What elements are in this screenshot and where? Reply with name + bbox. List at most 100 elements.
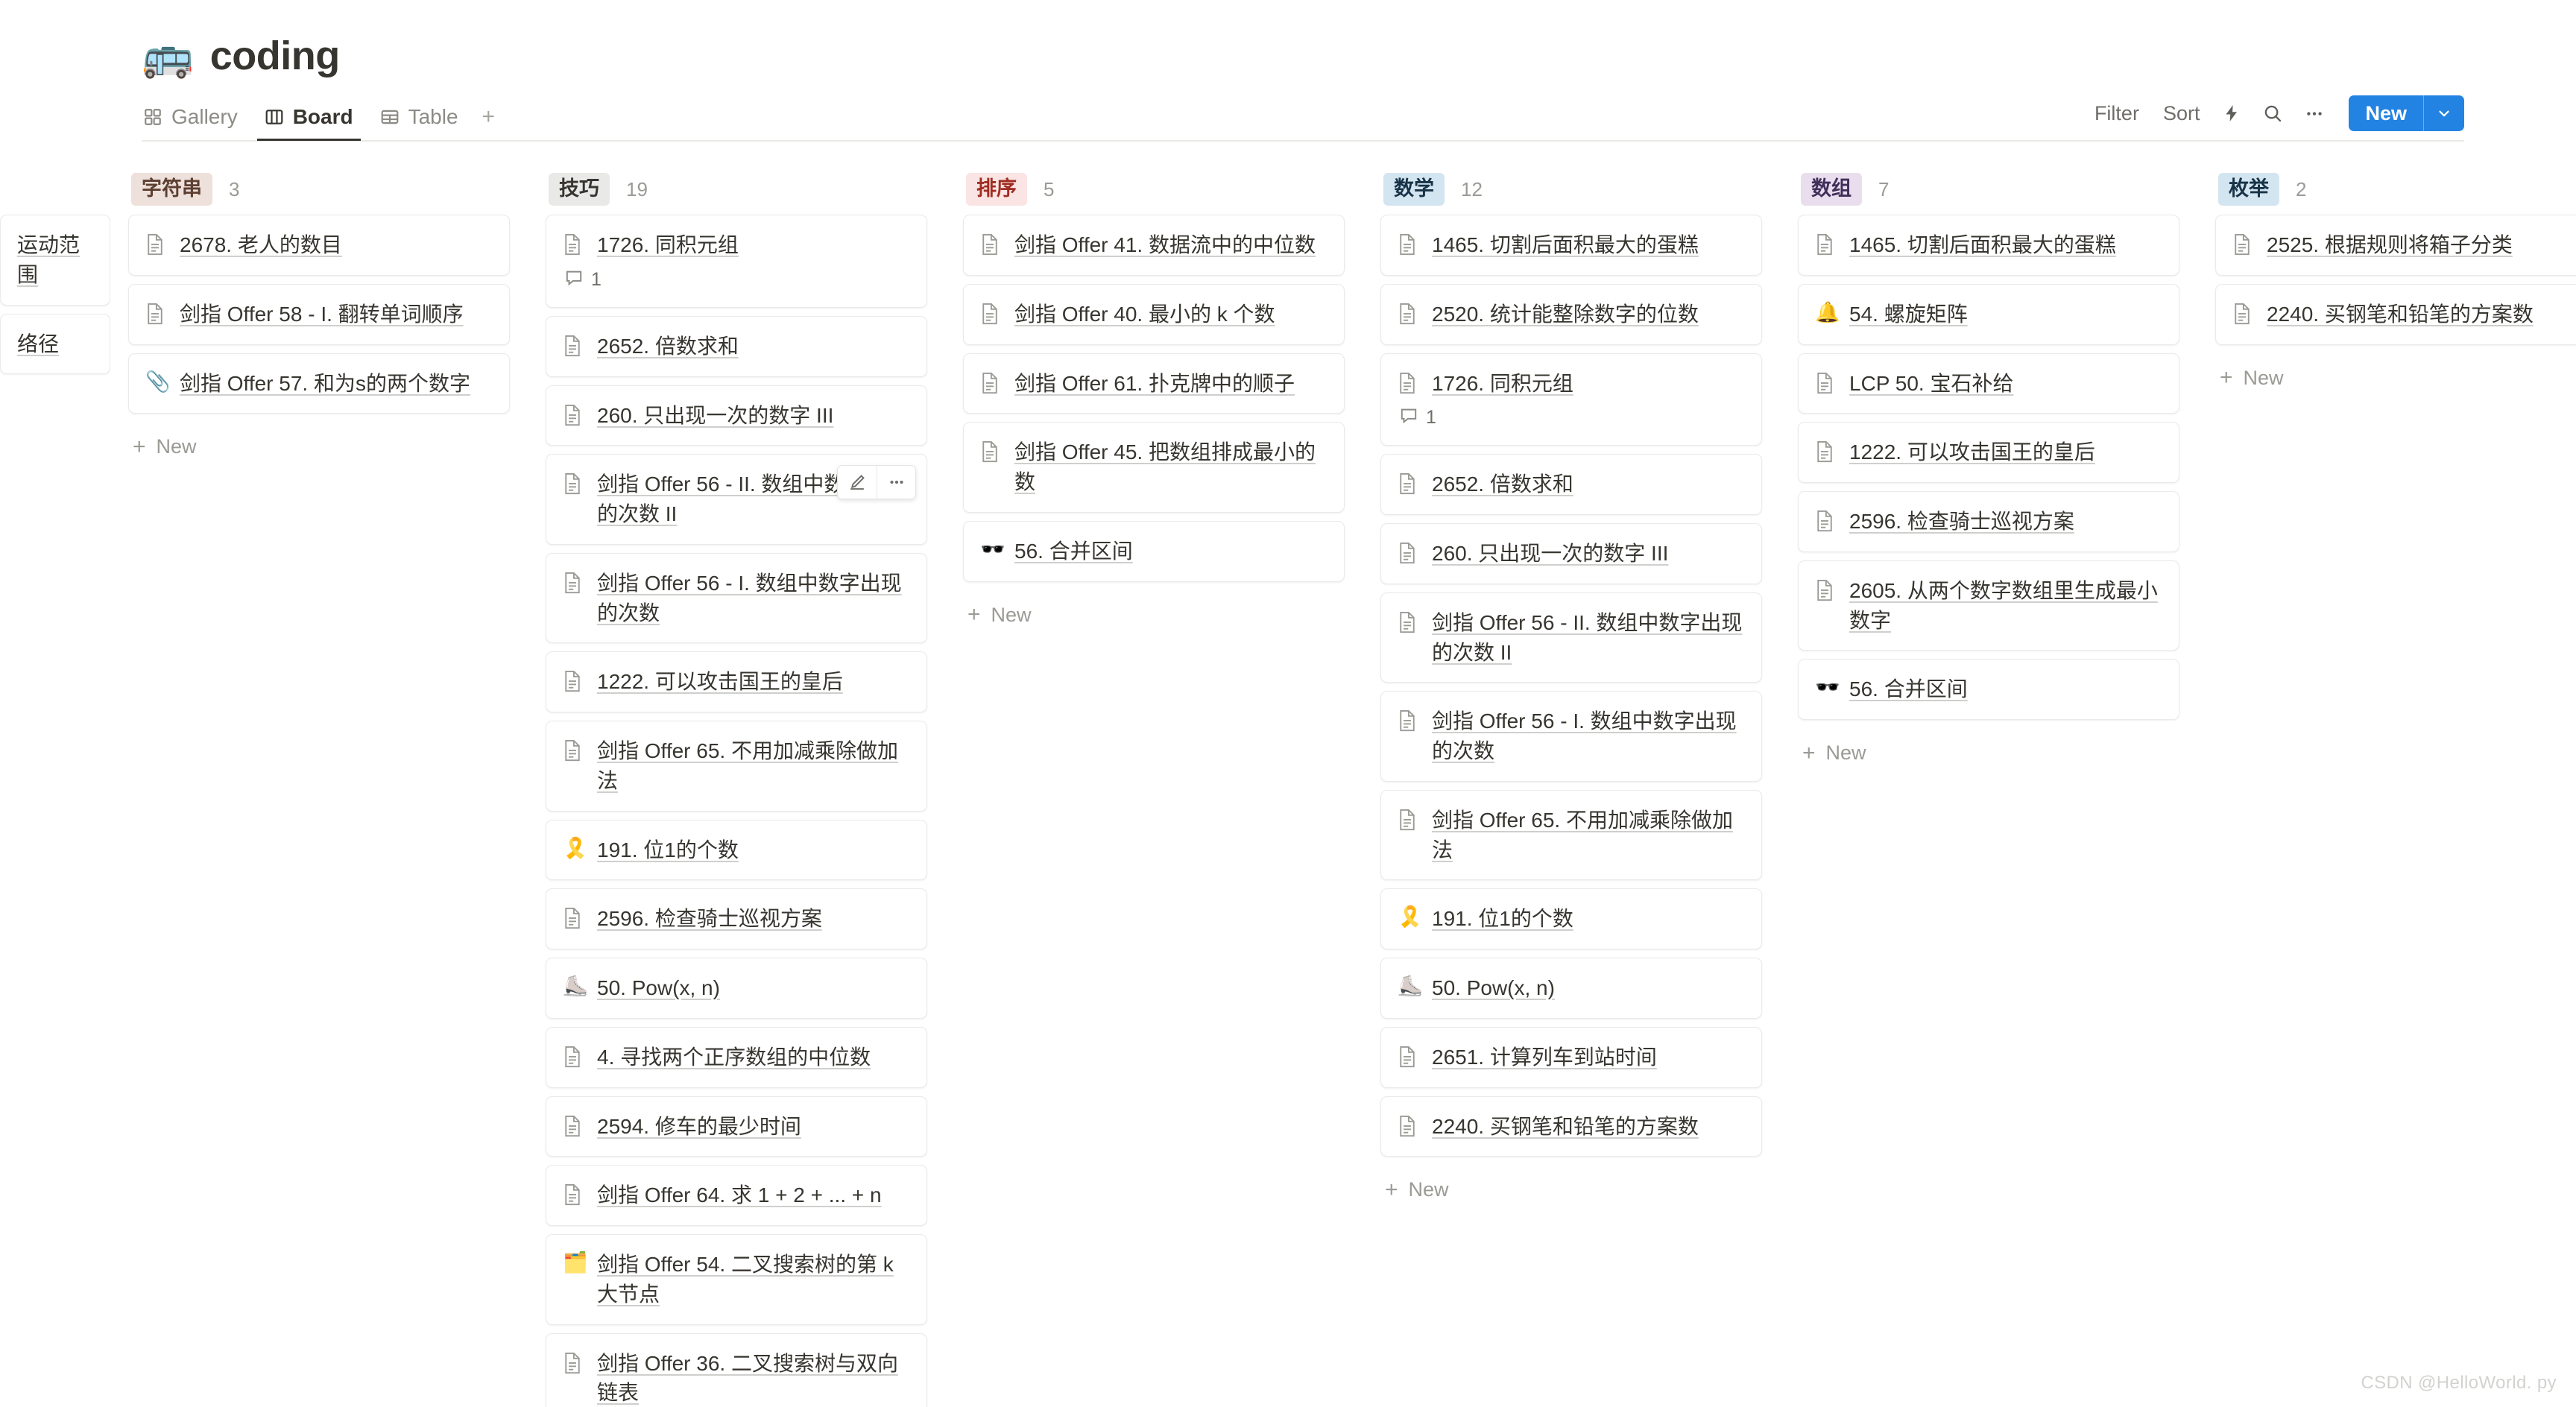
board-card[interactable]: 剑指 Offer 58 - I. 翻转单词顺序 — [128, 283, 510, 345]
column-header[interactable]: 数学 12 — [1380, 161, 1762, 215]
board-card[interactable]: ⛸️ 50. Pow(x, n) — [1380, 958, 1762, 1019]
tab-board[interactable]: Board — [251, 105, 367, 141]
board-card[interactable]: 1222. 可以攻击国王的皇后 — [546, 651, 927, 712]
new-button[interactable]: New — [2349, 95, 2423, 131]
board-card[interactable]: 剑指 Offer 36. 二叉搜索树与双向链表 — [546, 1332, 927, 1407]
board-card[interactable]: 剑指 Offer 61. 扑克牌中的顺子 — [963, 352, 1345, 414]
board-card[interactable]: 2652. 倍数求和 — [1380, 454, 1762, 515]
board-card[interactable]: 剑指 Offer 40. 最小的 k 个数 — [963, 283, 1345, 345]
column-new-button[interactable]: + New — [963, 590, 1345, 640]
board-card[interactable]: 剑指 Offer 65. 不用加减乘除做加法 — [1380, 789, 1762, 881]
column-header[interactable]: 字符串 3 — [128, 161, 510, 215]
board-card[interactable]: 剑指 Offer 64. 求 1 + 2 + ... + n — [546, 1165, 927, 1226]
board-card[interactable]: 2678. 老人的数目 — [128, 215, 510, 276]
board-card[interactable]: 1465. 切割后面积最大的蛋糕 — [1798, 215, 2179, 276]
board-card[interactable]: 剑指 Offer 56 - I. 数组中数字出现的次数 — [1380, 691, 1762, 782]
document-icon — [563, 904, 585, 929]
board-card[interactable]: 🕶️ 56. 合并区间 — [963, 520, 1345, 582]
column-math: 数学 12 1465. 切割后面积最大的蛋糕 2520. 统计能整除数字的位数 1726… — [1363, 161, 1780, 1215]
board-card[interactable]: 2605. 从两个数字数组里生成最小数字 — [1798, 560, 2179, 651]
board-card[interactable]: 运动范围 — [0, 215, 110, 306]
board-card[interactable]: 1726. 同积元组 1 — [546, 215, 927, 308]
board-card[interactable]: 4. 寻找两个正序数组的中位数 — [546, 1026, 927, 1088]
board-card[interactable]: 1465. 切割后面积最大的蛋糕 — [1380, 215, 1762, 276]
board-card[interactable]: 🎗️ 191. 位1的个数 — [546, 819, 927, 881]
chevron-down-icon[interactable] — [2423, 95, 2464, 131]
board-card[interactable]: 260. 只出现一次的数字 III — [1380, 523, 1762, 584]
column-new-button[interactable]: + New — [128, 422, 510, 472]
board-card[interactable]: 🎗️ 191. 位1的个数 — [1380, 888, 1762, 949]
card-comment-count: 1 — [1398, 405, 1745, 430]
card-main: 1726. 同积元组 — [1398, 369, 1745, 399]
board-canvas[interactable]: 运动范围络径 字符串 3 2678. 老人的数目 剑指 Offer 58 - I. 翻转… — [0, 161, 2576, 1407]
board-card[interactable]: 🗂️ 剑指 Offer 54. 二叉搜索树的第 k 大节点 — [546, 1234, 927, 1325]
card-main: 2652. 倍数求和 — [563, 332, 910, 361]
document-icon — [1398, 369, 1420, 394]
board-card[interactable]: LCP 50. 宝石补给 — [1798, 352, 2179, 414]
card-title: 1726. 同积元组 — [597, 233, 739, 256]
card-main: 剑指 Offer 61. 扑克牌中的顺子 — [980, 369, 1328, 399]
search-icon[interactable] — [2252, 97, 2294, 130]
column-badge: 字符串 — [131, 173, 212, 206]
document-icon — [1398, 469, 1420, 495]
column-new-button[interactable]: + New — [1380, 1165, 1762, 1215]
add-view-button[interactable]: + — [472, 104, 506, 140]
card-main: 2525. 根据规则将箱子分类 — [2232, 230, 2576, 260]
card-title: 剑指 Offer 57. 和为s的两个数字 — [180, 371, 470, 395]
board-card[interactable]: 2594. 修车的最少时间 — [546, 1095, 927, 1157]
board-card[interactable]: 2240. 买钢笔和铅笔的方案数 — [2215, 283, 2576, 345]
column-header[interactable]: 技巧 19 — [546, 161, 927, 215]
card-main: 2596. 检查骑士巡视方案 — [1815, 507, 2162, 537]
ellipsis-icon[interactable] — [2294, 97, 2335, 130]
card-main: 剑指 Offer 40. 最小的 k 个数 — [980, 300, 1328, 329]
board-card[interactable]: ⛸️ 50. Pow(x, n) — [546, 958, 927, 1019]
board-card[interactable]: 260. 只出现一次的数字 III — [546, 385, 927, 446]
document-icon — [1398, 608, 1420, 633]
column-header[interactable]: 排序 5 — [963, 161, 1345, 215]
ice-skate-emoji: ⛸️ — [563, 975, 588, 997]
board-card[interactable]: 2596. 检查骑士巡视方案 — [1798, 491, 2179, 552]
lightning-icon[interactable] — [2212, 97, 2252, 130]
card-main: 🎗️ 191. 位1的个数 — [1398, 904, 1745, 934]
column-header[interactable]: 枚举 2 — [2215, 161, 2576, 215]
edit-pencil-icon[interactable] — [838, 466, 877, 499]
board-card[interactable]: 2240. 买钢笔和铅笔的方案数 — [1380, 1095, 1762, 1157]
card-main: 2594. 修车的最少时间 — [563, 1112, 910, 1142]
board-card[interactable]: 2651. 计算列车到站时间 — [1380, 1026, 1762, 1088]
column-header[interactable]: 数组 7 — [1798, 161, 2179, 215]
view-tabbar: Gallery Board Table + Filter Sort New — [142, 95, 2464, 142]
board-card[interactable]: 剑指 Offer 56 - II. 数组中数字出现的次数 II — [546, 454, 927, 545]
board-card[interactable]: 剑指 Offer 45. 把数组排成最小的数 — [963, 422, 1345, 513]
board-card[interactable]: 2525. 根据规则将箱子分类 — [2215, 215, 2576, 276]
board-card[interactable]: 络径 — [0, 313, 110, 375]
board-card[interactable]: 剑指 Offer 56 - II. 数组中数字出现的次数 II — [1380, 592, 1762, 683]
tab-table[interactable]: Table — [367, 105, 472, 139]
board-card[interactable]: 1726. 同积元组 1 — [1380, 352, 1762, 446]
column-new-label: New — [1408, 1178, 1449, 1201]
board-card[interactable]: 剑指 Offer 41. 数据流中的中位数 — [963, 215, 1345, 276]
board-card[interactable]: 2520. 统计能整除数字的位数 — [1380, 283, 1762, 345]
column-new-button[interactable]: + New — [1798, 728, 2179, 778]
card-main: 运动范围 — [17, 230, 93, 290]
card-title: 剑指 Offer 61. 扑克牌中的顺子 — [1014, 371, 1295, 395]
card-title: 2240. 买钢笔和铅笔的方案数 — [2267, 302, 2534, 326]
card-ellipsis-icon[interactable] — [877, 466, 915, 499]
board-card[interactable]: 剑指 Offer 56 - I. 数组中数字出现的次数 — [546, 552, 927, 644]
board-card[interactable]: 2652. 倍数求和 — [546, 315, 927, 377]
card-title: LCP 50. 宝石补给 — [1849, 371, 2014, 395]
board-card[interactable]: 📎 剑指 Offer 57. 和为s的两个数字 — [128, 352, 510, 414]
filter-button[interactable]: Filter — [2083, 96, 2151, 131]
card-main: 🕶️ 56. 合并区间 — [1815, 674, 2162, 704]
document-icon — [1398, 230, 1420, 256]
board-card[interactable]: 🕶️ 56. 合并区间 — [1798, 659, 2179, 720]
card-title: 50. Pow(x, n) — [1432, 976, 1555, 999]
watermark: CSDN @HelloWorld. py — [2361, 1373, 2557, 1393]
column-new-button[interactable]: + New — [2215, 353, 2576, 403]
board-card[interactable]: 2596. 检查骑士巡视方案 — [546, 888, 927, 949]
sort-button[interactable]: Sort — [2151, 96, 2212, 131]
tab-gallery[interactable]: Gallery — [142, 105, 251, 139]
board-card[interactable]: 1222. 可以攻击国王的皇后 — [1798, 422, 2179, 483]
board-card[interactable]: 剑指 Offer 65. 不用加减乘除做加法 — [546, 721, 927, 812]
board-card[interactable]: 🔔 54. 螺旋矩阵 — [1798, 283, 2179, 345]
column-new-label: New — [991, 603, 1032, 626]
